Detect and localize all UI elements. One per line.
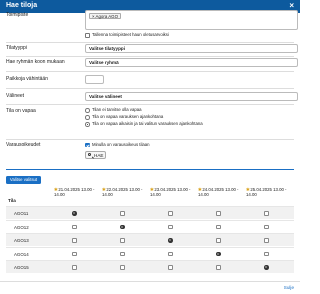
group-size-select[interactable]: Valitse ryhmä: [85, 58, 298, 67]
table-row: AGO11: [6, 206, 294, 219]
room-name: AGO11: [14, 211, 29, 216]
slot-checkbox[interactable]: [168, 265, 173, 270]
room-name: AGO13: [14, 238, 29, 243]
slot-checkbox[interactable]: [216, 238, 221, 243]
room-type-label: Tilatyyppi: [6, 45, 27, 51]
select-all-button[interactable]: Valitse valitsut: [6, 176, 41, 184]
selected-slot-indicator[interactable]: [168, 238, 173, 243]
divider: [6, 56, 294, 57]
slot-checkbox[interactable]: [72, 251, 77, 256]
group-size-label: Hae ryhmän koon mukaan: [6, 59, 65, 65]
selected-slot-indicator[interactable]: [120, 224, 125, 229]
selected-slot-indicator[interactable]: [264, 265, 269, 270]
slot-checkbox[interactable]: [264, 251, 269, 256]
selected-slot-indicator[interactable]: [216, 251, 221, 256]
divider: [6, 139, 294, 140]
slot-checkbox[interactable]: [120, 211, 125, 216]
slot-checkbox[interactable]: [168, 224, 173, 229]
availability-option-2: Tila on vapaa varauksen ajankohtana: [92, 114, 164, 119]
room-name: AGO12: [14, 224, 29, 230]
search-button-label: HAE: [94, 152, 104, 158]
results-header: Tila ✱21.04.2025 13.00 -14.00 ✱22.04.202…: [0, 187, 300, 206]
room-name: AGO14: [14, 251, 29, 257]
slot-checkbox[interactable]: [72, 238, 77, 243]
capacity-input[interactable]: [85, 75, 104, 84]
divider: [6, 42, 294, 43]
availability-option-3: Tila on vapaa aikaisin ja tai valitun va…: [92, 121, 203, 126]
table-row: AGO13: [6, 233, 294, 246]
slot-checkbox[interactable]: [216, 211, 221, 216]
slot-checkbox[interactable]: [264, 211, 269, 216]
dialog-title: Hae tiloja: [6, 2, 38, 9]
slot-checkbox[interactable]: [216, 224, 221, 229]
search-button[interactable]: HAE: [85, 151, 106, 159]
save-defaults-checkbox[interactable]: [85, 33, 90, 38]
date-header-5: ✱25.04.2025 13.00 -14.00: [246, 187, 287, 198]
slot-checkbox[interactable]: [216, 265, 221, 270]
slot-checkbox[interactable]: [168, 211, 173, 216]
footer-divider: [0, 281, 300, 282]
capacity-label: Paikkoja vähintään: [6, 76, 48, 82]
reservation-label: Varausoikeudet: [6, 142, 41, 148]
room-type-select[interactable]: Valitse tilatyyppi: [85, 44, 298, 53]
rooms-label: Toimipiste: [6, 12, 29, 18]
room-tag[interactable]: × Agora AGO: [89, 13, 121, 19]
slot-checkbox[interactable]: [120, 251, 125, 256]
availability-radio-3[interactable]: [85, 122, 90, 127]
equipment-label: Välineet: [6, 93, 25, 99]
divider: [6, 71, 294, 72]
save-defaults-label: Tallenna toimipisteet haun oletusarvoiks…: [92, 32, 169, 37]
slot-checkbox[interactable]: [168, 251, 173, 256]
slot-checkbox[interactable]: [72, 265, 77, 270]
availability-label: Tila on vapaa: [6, 108, 36, 114]
availability-option-1: Tilan ei tarvitse olla vapaa: [92, 107, 142, 112]
divider: [6, 88, 294, 89]
equipment-select[interactable]: Valitse välineet: [85, 92, 298, 101]
slot-checkbox[interactable]: [120, 265, 125, 270]
slot-checkbox[interactable]: [72, 224, 77, 229]
table-row: AGO14: [6, 246, 294, 260]
search-icon: [88, 153, 92, 157]
reservation-checkbox[interactable]: [85, 142, 90, 147]
results-divider: [6, 169, 294, 170]
slot-checkbox[interactable]: [264, 238, 269, 243]
availability-radio-1[interactable]: [85, 108, 90, 113]
date-header-3: ✱23.04.2025 13.00 -14.00: [150, 187, 191, 198]
close-link[interactable]: Sulje: [284, 285, 294, 290]
availability-radio-2[interactable]: [85, 115, 90, 120]
tila-header: Tila: [8, 198, 16, 203]
divider: [6, 104, 294, 105]
room-name: AGO15: [14, 265, 29, 270]
date-header-2: ✱22.04.2025 13.00 -14.00: [102, 187, 143, 198]
reservation-checkbox-label: Minulla on varausoikeus tilaan: [92, 142, 150, 147]
selected-slot-indicator[interactable]: [72, 211, 77, 216]
date-header-4: ✱24.04.2025 13.00 -14.00: [198, 187, 239, 198]
table-row: AGO15: [6, 260, 294, 273]
date-header-1: ✱21.04.2025 13.00 -14.00: [54, 187, 95, 198]
table-row: AGO12: [6, 219, 294, 233]
slot-checkbox[interactable]: [264, 224, 269, 229]
rooms-multiselect[interactable]: × Agora AGO: [85, 10, 298, 30]
slot-checkbox[interactable]: [120, 238, 125, 243]
